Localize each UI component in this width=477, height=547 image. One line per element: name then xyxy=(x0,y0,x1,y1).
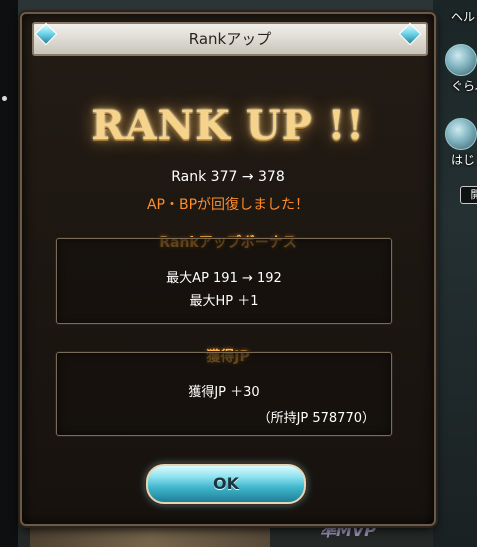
background-dot xyxy=(2,96,7,101)
creature-icon xyxy=(445,44,477,76)
character-icon xyxy=(445,118,477,150)
sidebar-item-label: ぐらぶ xyxy=(451,79,477,93)
sidebar-item-guraburu[interactable]: ぐらぶ xyxy=(437,44,477,94)
sidebar-item-help[interactable]: ヘル xyxy=(437,2,477,25)
sidebar-item-label: ヘル xyxy=(451,10,476,24)
max-ap-text: 最大AP 191 → 192 xyxy=(166,271,282,286)
sidebar-item-beginner[interactable]: はじ xyxy=(437,118,477,168)
background-left-strip xyxy=(0,0,18,547)
rank-up-banner: RANK UP !! xyxy=(91,102,365,149)
rank-up-dialog: Rankアップ RANK UP !! Rank 377 → 378 AP・BPが… xyxy=(20,12,436,526)
recovery-notice: AP・BPが回復しました！ xyxy=(146,197,310,213)
gained-jp-text: 獲得JP ＋30 xyxy=(188,385,260,400)
sidebar-open-button[interactable]: 開 xyxy=(460,186,477,204)
dialog-title: Rankアップ xyxy=(188,30,272,48)
max-hp-text: 最大HP ＋1 xyxy=(189,294,259,309)
dialog-title-bar: Rankアップ xyxy=(32,22,428,56)
jp-box: 獲得JP ＋30 （所持JP 578770） xyxy=(56,352,392,436)
ok-button[interactable]: OK xyxy=(146,464,306,504)
held-jp-text: （所持JP 578770） xyxy=(257,411,375,426)
bonus-box: 最大AP 191 → 192 最大HP ＋1 xyxy=(56,238,392,324)
rank-change-text: Rank 377 → 378 xyxy=(171,169,285,185)
sidebar-item-label: はじ xyxy=(451,153,476,167)
